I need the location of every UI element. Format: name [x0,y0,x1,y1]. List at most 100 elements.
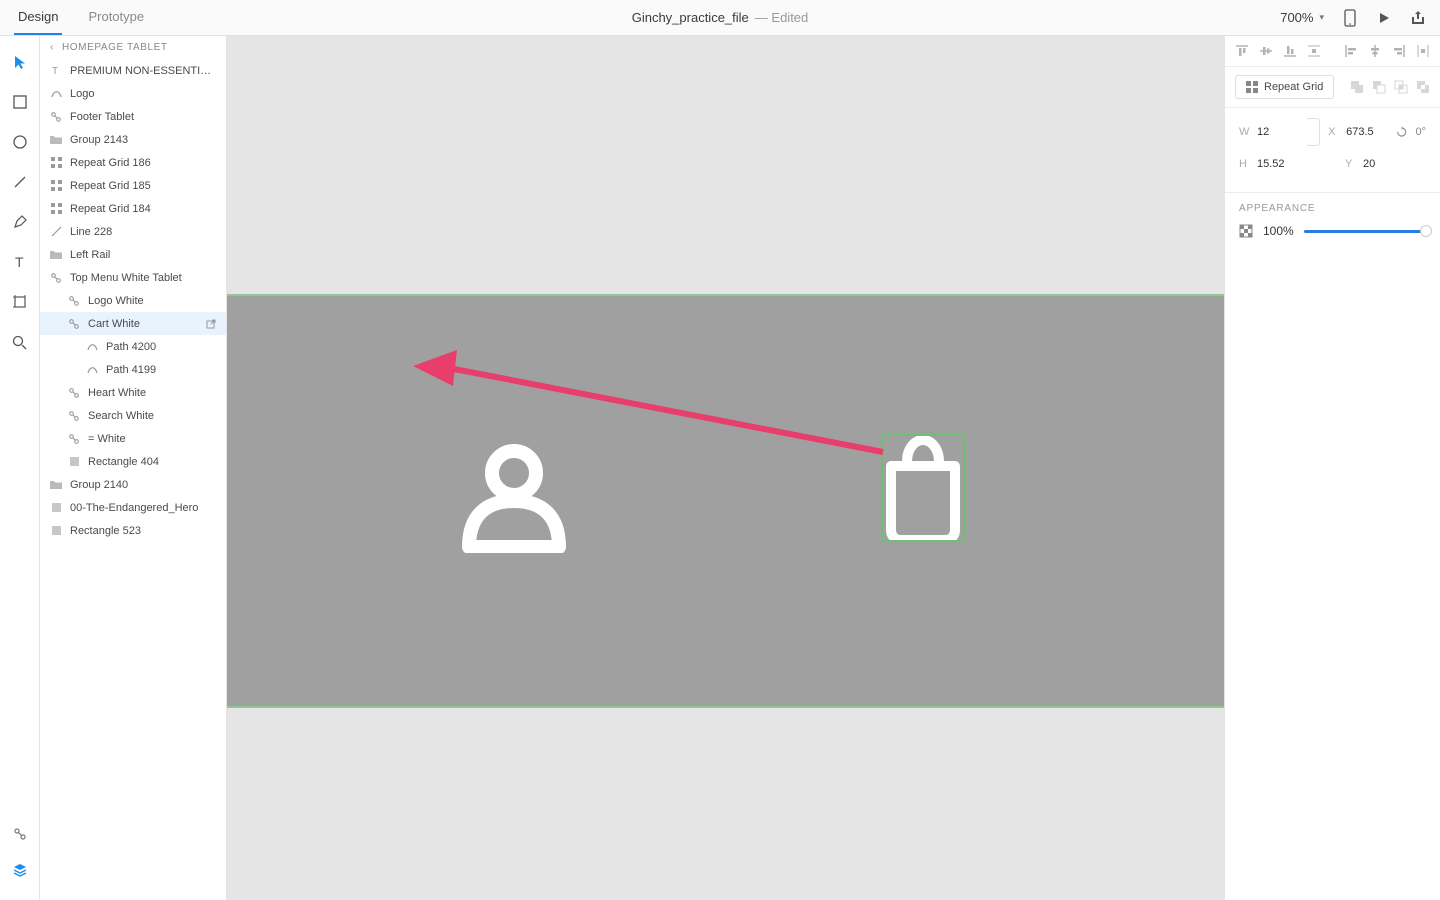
layer-row[interactable]: Group 2143 [40,128,226,151]
layer-label: Search White [88,410,220,422]
topbar: Design Prototype Ginchy_practice_file — … [0,0,1440,36]
boolean-ops [1350,80,1430,94]
exclude-icon[interactable] [1416,80,1430,94]
layer-label: Group 2140 [70,479,220,491]
width-field[interactable]: W12 [1239,126,1299,138]
height-field[interactable]: H15.52 [1239,158,1313,170]
layer-row[interactable]: Logo White [40,289,226,312]
layer-label: Logo [70,88,220,100]
opacity-icon [1239,224,1253,238]
union-icon[interactable] [1350,80,1364,94]
share-icon[interactable] [1410,10,1426,26]
tool-rail: T [0,36,40,900]
inspector-panel: Repeat Grid W12 X673.5 0° H15.52 Y20 [1224,36,1440,900]
artboard-tool[interactable] [10,292,30,312]
layer-label: Repeat Grid 184 [70,203,220,215]
canvas[interactable] [227,36,1224,900]
layer-row[interactable]: T PREMIUM NON-ESSENTI… [40,59,226,82]
selected-object-outline[interactable] [881,434,965,542]
distribute-h-icon[interactable] [1416,44,1430,58]
layer-row[interactable]: Repeat Grid 184 [40,197,226,220]
intersect-icon[interactable] [1394,80,1408,94]
popout-icon[interactable] [206,319,216,329]
chevron-down-icon: ▾ [1319,12,1324,23]
link-icon [50,111,62,123]
layer-label: Repeat Grid 186 [70,157,220,169]
layer-row[interactable]: Heart White [40,381,226,404]
layer-label: Heart White [88,387,220,399]
folder-icon [50,249,62,261]
layer-row[interactable]: Logo [40,82,226,105]
layer-row[interactable]: Repeat Grid 186 [40,151,226,174]
layer-row[interactable]: Rectangle 404 [40,450,226,473]
tab-design[interactable]: Design [14,0,62,35]
rect-icon [50,502,62,514]
layer-row[interactable]: Cart White [40,312,226,335]
rectangle-tool[interactable] [10,92,30,112]
repeat-section: Repeat Grid [1225,67,1440,108]
grid-icon [50,203,62,215]
opacity-value[interactable]: 100% [1263,224,1294,238]
play-icon[interactable] [1376,10,1392,26]
distribute-v-icon[interactable] [1307,44,1321,58]
align-hcenter-icon[interactable] [1368,44,1382,58]
repeat-grid-button[interactable]: Repeat Grid [1235,75,1334,99]
layer-row[interactable]: Repeat Grid 185 [40,174,226,197]
layer-label: Path 4199 [106,364,220,376]
link-icon [68,295,80,307]
svg-text:T: T [52,66,58,76]
layer-row[interactable]: Search White [40,404,226,427]
align-bottom-icon[interactable] [1283,44,1297,58]
align-right-icon[interactable] [1392,44,1406,58]
text-tool[interactable]: T [10,252,30,272]
align-vcenter-icon[interactable] [1259,44,1273,58]
zoom-value: 700% [1280,10,1313,25]
layer-row[interactable]: Footer Tablet [40,105,226,128]
layer-label: 00-The-Endangered_Hero [70,502,220,514]
mode-tabs: Design Prototype [14,0,148,35]
layer-row[interactable]: Top Menu White Tablet [40,266,226,289]
layer-row[interactable]: Rectangle 523 [40,519,226,542]
folder-icon [50,479,62,491]
zoom-tool[interactable] [10,332,30,352]
ellipse-tool[interactable] [10,132,30,152]
align-left-icon[interactable] [1344,44,1358,58]
device-preview-icon[interactable] [1342,10,1358,26]
layer-label: PREMIUM NON-ESSENTI… [70,65,220,77]
layer-row[interactable]: Line 228 [40,220,226,243]
x-field[interactable]: X673.5 [1328,126,1388,138]
rotation-icon[interactable] [1396,125,1407,139]
zoom-selector[interactable]: 700% ▾ [1280,10,1324,25]
layer-label: Group 2143 [70,134,220,146]
pen-tool[interactable] [10,212,30,232]
layer-label: Path 4200 [106,341,220,353]
layer-row[interactable]: = White [40,427,226,450]
path-icon [50,88,62,100]
layer-row[interactable]: 00-The-Endangered_Hero [40,496,226,519]
document-title: Ginchy_practice_file — Edited [632,10,809,25]
align-top-icon[interactable] [1235,44,1249,58]
layer-row[interactable]: Path 4200 [40,335,226,358]
topbar-right: 700% ▾ [1280,10,1426,26]
lock-aspect-icon[interactable] [1307,118,1320,146]
folder-icon [50,134,62,146]
align-section [1225,36,1440,67]
assets-icon[interactable] [10,824,30,844]
opacity-slider[interactable] [1304,230,1426,233]
rotation-field[interactable]: 0° [1415,126,1426,138]
layer-label: Left Rail [70,249,220,261]
grid-icon [50,157,62,169]
tab-prototype[interactable]: Prototype [84,0,148,35]
select-tool[interactable] [10,52,30,72]
layer-row[interactable]: Path 4199 [40,358,226,381]
layer-label: Cart White [88,318,198,330]
grid-icon [50,180,62,192]
layers-icon[interactable] [10,860,30,880]
layer-row[interactable]: Left Rail [40,243,226,266]
line-tool[interactable] [10,172,30,192]
y-field[interactable]: Y20 [1345,158,1419,170]
link-icon [68,433,80,445]
layer-row[interactable]: Group 2140 [40,473,226,496]
subtract-icon[interactable] [1372,80,1386,94]
layers-breadcrumb[interactable]: ‹ HOMEPAGE TABLET [40,36,226,59]
